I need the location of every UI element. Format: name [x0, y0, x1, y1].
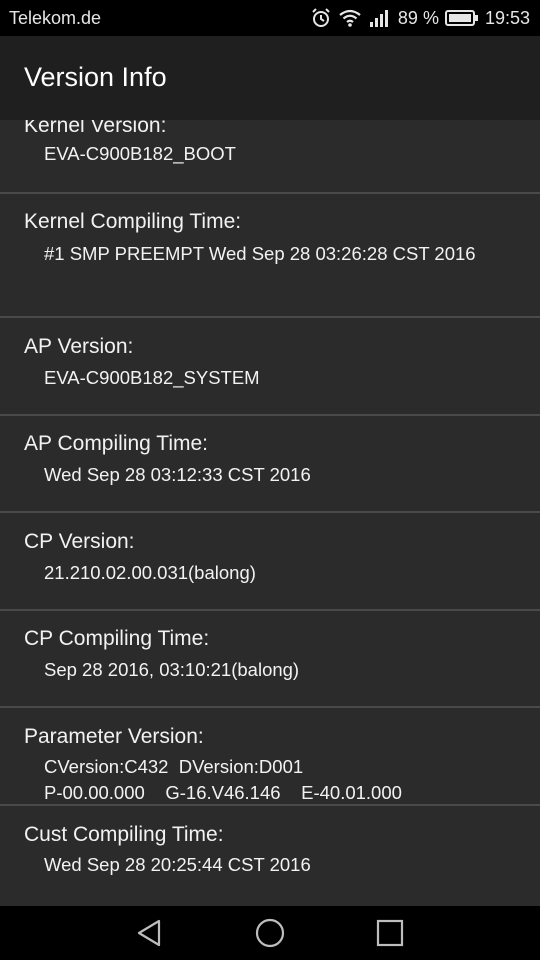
list-item-parameter-version: Parameter Version: CVersion:C432 DVersio… [0, 708, 540, 804]
list-item-kernel-version: Kernel Version: EVA-C900B182_BOOT [0, 120, 540, 194]
alarm-icon [312, 8, 330, 27]
wifi-icon [339, 9, 361, 27]
list-item-ap-compiling-time: AP Compiling Time: Wed Sep 28 03:12:33 C… [0, 416, 540, 512]
list-item-kernel-compiling-time: Kernel Compiling Time: #1 SMP PREEMPT We… [0, 194, 540, 316]
app-bar: Version Info [0, 36, 540, 120]
recents-icon[interactable] [373, 916, 407, 950]
home-icon[interactable] [253, 916, 287, 950]
list-item-cp-compiling-time: CP Compiling Time: Sep 28 2016, 03:10:21… [0, 611, 540, 707]
item-label: AP Version: [24, 335, 134, 358]
item-value: Wed Sep 28 03:12:33 CST 2016 [44, 464, 311, 485]
item-label: CP Version: [24, 530, 135, 553]
list-item-ap-version: AP Version: EVA-C900B182_SYSTEM [0, 318, 540, 414]
item-value-line-1: CVersion:C432 DVersion:D001 [44, 756, 304, 777]
item-label: AP Compiling Time: [24, 432, 209, 455]
item-value: #1 SMP PREEMPT Wed Sep 28 03:26:28 CST 2… [44, 243, 476, 264]
clock: 19:53 [484, 7, 530, 28]
carrier-name: Telekom.de [9, 8, 102, 28]
navigation-bar [0, 906, 540, 960]
item-value: 21.210.02.00.031(balong) [44, 562, 256, 583]
item-label: CP Compiling Time: [24, 627, 210, 650]
page-title: Version Info [24, 62, 167, 92]
item-value: EVA-C900B182_BOOT [44, 143, 236, 164]
item-value: Sep 28 2016, 03:10:21(balong) [44, 659, 300, 680]
item-label: Parameter Version: [24, 725, 204, 748]
item-value-line-2: P-00.00.000 G-16.V46.146 E-40.01.000 [44, 782, 402, 803]
list-item-cust-compiling-time: Cust Compiling Time: Wed Sep 28 20:25:44… [0, 806, 540, 906]
battery-icon [444, 10, 478, 26]
item-label: Cust Compiling Time: [24, 823, 224, 846]
list-item-cp-version: CP Version: 21.210.02.00.031(balong) [0, 513, 540, 609]
item-label: Kernel Compiling Time: [24, 210, 242, 233]
item-value: Wed Sep 28 20:25:44 CST 2016 [44, 854, 311, 875]
item-value: EVA-C900B182_SYSTEM [44, 367, 260, 388]
signal-icon [369, 10, 388, 27]
status-bar: Telekom.de 89 % 19:53 [0, 0, 540, 36]
battery-percent: 89 % [397, 7, 439, 28]
version-info-list[interactable]: Kernel Version: EVA-C900B182_BOOT Kernel… [0, 120, 540, 906]
back-icon[interactable] [133, 916, 167, 950]
item-label: Kernel Version: [24, 120, 167, 137]
